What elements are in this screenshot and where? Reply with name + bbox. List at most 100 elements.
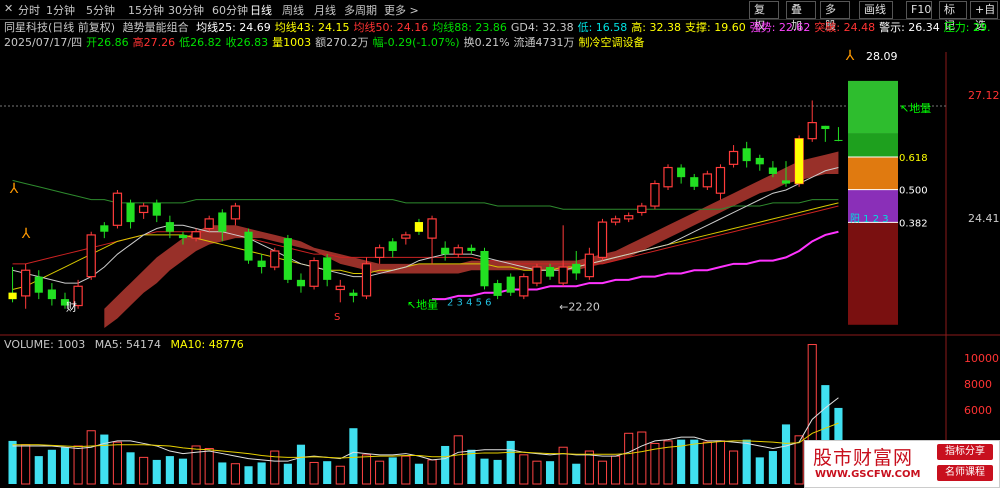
toolbar-button-4[interactable]: F10 bbox=[906, 1, 932, 19]
volume-bar-4 bbox=[60, 447, 70, 484]
indicator-share-button[interactable]: 指标分享 bbox=[937, 444, 993, 460]
period-tab-6[interactable]: 日线 bbox=[250, 2, 272, 18]
signal-candle-1 bbox=[414, 222, 424, 232]
candle-body-22 bbox=[296, 279, 306, 287]
volume-bar-9 bbox=[126, 452, 135, 484]
candle-body-54 bbox=[715, 166, 726, 194]
high-price-label: 28.09 bbox=[866, 50, 898, 63]
candle-body-48 bbox=[637, 205, 647, 214]
signal-candle-0 bbox=[8, 292, 17, 300]
toolbar-button-2[interactable]: 多股 bbox=[820, 1, 850, 32]
volume-tick-2: 6000 bbox=[964, 404, 992, 417]
candle-body-18 bbox=[244, 231, 253, 261]
watermark-title: 股市财富网 bbox=[813, 447, 914, 469]
period-tab-4[interactable]: 30分钟 bbox=[168, 2, 204, 18]
stock-title[interactable]: 同星科技(日线 前复权) bbox=[4, 21, 115, 34]
ma-yellow-line bbox=[12, 202, 839, 290]
candle-body-29 bbox=[388, 241, 397, 251]
toolbar-button-5[interactable]: 标记 bbox=[939, 1, 967, 32]
candle-body-14 bbox=[191, 231, 201, 239]
volume-bar-46 bbox=[611, 455, 621, 485]
signal-person-icon-2: ⅄ bbox=[845, 48, 855, 64]
period-tab-10[interactable]: 更多 > bbox=[384, 2, 419, 18]
price-tick-1: 24.41 bbox=[968, 212, 1000, 225]
volume-bar-30 bbox=[401, 455, 411, 485]
period-tab-8[interactable]: 月线 bbox=[314, 2, 336, 18]
header-value-4: GD4: 32.38 bbox=[510, 21, 574, 34]
volume-bar-11 bbox=[152, 459, 161, 484]
info-field-9: 流通4731万 bbox=[513, 36, 575, 49]
finance-marker: 财 bbox=[66, 299, 77, 313]
header-value-1: 均线43: 24.15 bbox=[274, 21, 350, 34]
candle-body-52 bbox=[690, 177, 699, 187]
volume-bar-23 bbox=[309, 461, 319, 485]
volume-bar-40 bbox=[532, 460, 542, 485]
candle-body-61 bbox=[807, 122, 817, 140]
teacher-course-button[interactable]: 名师课程 bbox=[937, 465, 993, 481]
low-price-label: ←22.20 bbox=[559, 300, 600, 313]
volume-bar-44 bbox=[584, 450, 594, 485]
kline-chart[interactable]: 0.6180.5000.382↖地量↖地量财 ←22.2028.09S2 3 4 … bbox=[0, 0, 1000, 488]
volume-bar-58 bbox=[768, 451, 777, 484]
volume-bar-29 bbox=[388, 457, 397, 484]
volume-ma5: MA5: 54174 bbox=[94, 338, 161, 351]
volume-bar-33 bbox=[441, 445, 450, 484]
candle-body-51 bbox=[677, 167, 686, 178]
close-icon[interactable]: ✕ bbox=[4, 2, 13, 15]
toolbar-button-6[interactable]: +自选 bbox=[970, 1, 998, 32]
volume-bar-6 bbox=[86, 430, 96, 485]
header-value-11: 压力: 29. bbox=[943, 21, 991, 34]
toolbar-button-3[interactable]: 画线 bbox=[859, 1, 893, 19]
period-tab-3[interactable]: 15分钟 bbox=[128, 2, 164, 18]
volume-bar-27 bbox=[361, 454, 372, 485]
candle-body-23 bbox=[309, 260, 319, 287]
candle-body-30 bbox=[401, 234, 411, 239]
candle-body-43 bbox=[572, 263, 581, 274]
info-field-1: 开26.86 bbox=[86, 36, 129, 49]
volume-bar-21 bbox=[283, 463, 292, 484]
candle-body-44 bbox=[584, 253, 595, 278]
period-tab-2[interactable]: 5分钟 bbox=[86, 2, 115, 18]
period-tab-9[interactable]: 多周期 bbox=[344, 2, 377, 18]
volume-bar-18 bbox=[244, 466, 253, 484]
candle-body-45 bbox=[597, 221, 608, 258]
volume-bar-38 bbox=[506, 440, 515, 484]
volume-bar-59 bbox=[781, 424, 791, 484]
header-value-6: 高: 32.38 bbox=[631, 21, 681, 34]
header-value-0: 均线25: 24.69 bbox=[196, 21, 271, 34]
candle-body-3 bbox=[47, 289, 56, 300]
candle-body-15 bbox=[204, 218, 214, 230]
volume-bar-56 bbox=[742, 439, 751, 484]
toolbar-button-1[interactable]: 叠加 bbox=[786, 1, 816, 32]
indicator-name[interactable]: 趋势量能组合 bbox=[123, 21, 189, 34]
volume-bar-19 bbox=[257, 462, 266, 484]
period-tab-1[interactable]: 1分钟 bbox=[46, 2, 75, 18]
volume-bar-28 bbox=[375, 460, 385, 485]
volume-bar-53 bbox=[702, 441, 712, 485]
candle-body-56 bbox=[742, 148, 751, 162]
volume-header: VOLUME: 1003 MA5: 54174 MA10: 48776 bbox=[4, 338, 250, 351]
candle-body-36 bbox=[480, 250, 489, 287]
toolbar-button-0[interactable]: 复权 bbox=[749, 1, 779, 32]
volume-bar-26 bbox=[349, 428, 358, 484]
header-value-3: 均线88: 23.86 bbox=[432, 21, 507, 34]
volume-bar-2 bbox=[34, 456, 43, 484]
info-field-5: 量1003 bbox=[272, 36, 312, 49]
candle-body-9 bbox=[126, 202, 135, 223]
candle-body-35 bbox=[467, 247, 476, 251]
fib-zone-4 bbox=[848, 222, 898, 325]
volume-bar-22 bbox=[296, 444, 306, 484]
candle-body-1 bbox=[21, 269, 31, 297]
volume-bar-35 bbox=[467, 449, 476, 484]
info-field-8: 换0.21% bbox=[463, 36, 510, 49]
volume-bar-25 bbox=[335, 465, 345, 485]
toolbar: 分时 1分钟 5分钟 15分钟 30分钟 60分钟 日线 周线 月线 多周期 更多 > 复权 叠加 多股画… bbox=[0, 0, 1000, 32]
period-tab-7[interactable]: 周线 bbox=[282, 2, 304, 18]
volume-bar-52 bbox=[690, 439, 699, 484]
period-tab-5[interactable]: 60分钟 bbox=[212, 2, 248, 18]
volume-tick-0: 10000 bbox=[964, 352, 999, 365]
period-tab-0[interactable]: 分时 bbox=[18, 2, 40, 18]
candle-body-19 bbox=[257, 260, 266, 268]
volume-bar-3 bbox=[47, 449, 56, 484]
info-field-4: 收26.83 bbox=[225, 36, 269, 49]
